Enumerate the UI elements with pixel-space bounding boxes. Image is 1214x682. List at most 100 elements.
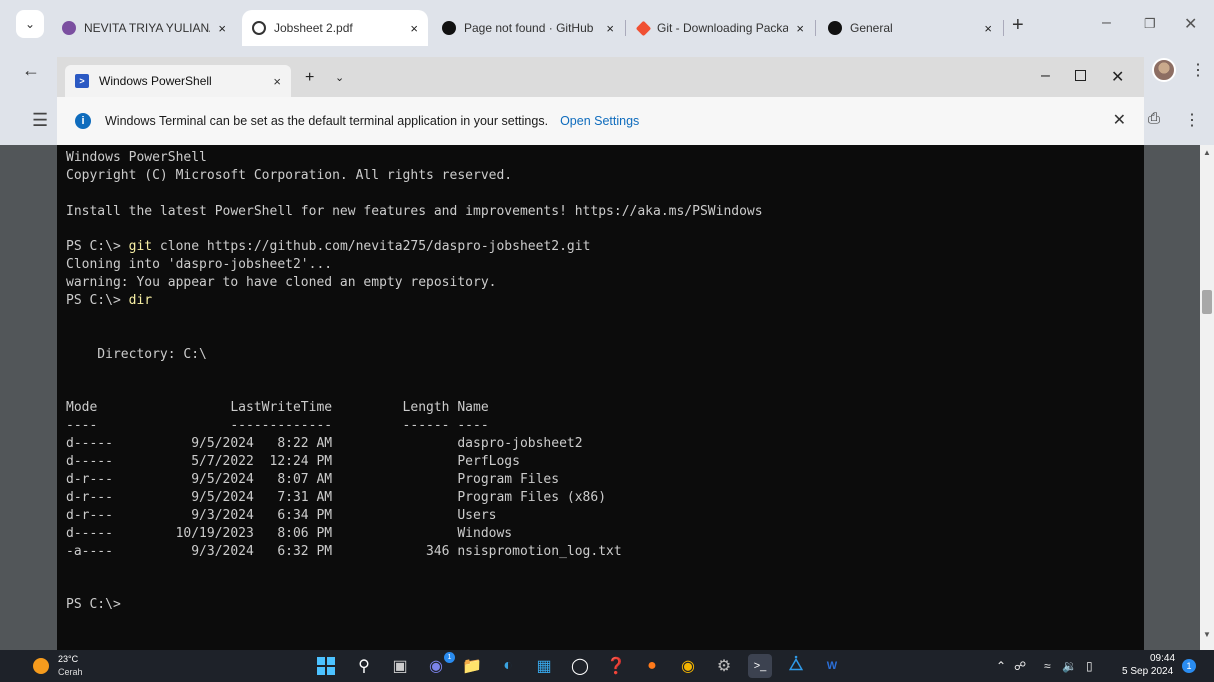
terminal-minimize-icon[interactable]: – [1041,67,1050,85]
network-icon[interactable]: ☍ [1014,659,1026,673]
pdf-more-options-icon[interactable]: ⋮ [1184,110,1200,130]
github-favicon-icon [442,21,456,35]
github-desktop-icon[interactable]: ◯ [568,654,592,678]
tray-chevron-up-icon[interactable]: ⌃ [996,659,1006,673]
console-text: Cloning into 'daspro-jobsheet2'... [66,257,333,273]
vscode-icon[interactable]: ⧊ [784,654,808,678]
weather-temperature[interactable]: 23°C [58,654,78,664]
wifi-icon[interactable]: ≈ [1044,659,1051,673]
browser-tab-git-download[interactable]: Git - Downloading Packa × [628,10,814,46]
console-line: -a---- 9/3/2024 6:32 PM 346 nsispromotio… [66,543,1141,561]
windows-taskbar: 23°C Cerah ⚲ ▣ ◉ 1 📁 ◐ ▦ ◯ ❓ ● ◉ ⚙ >_ ⧊ … [0,650,1214,682]
file-explorer-icon[interactable]: 📁 [460,654,484,678]
battery-icon[interactable]: ▯ [1086,659,1093,673]
console-line: d----- 9/5/2024 8:22 AM daspro-jobsheet2 [66,435,1141,453]
terminal-tab-title: Windows PowerShell [99,74,212,88]
terminal-new-tab-button[interactable]: + [305,69,314,87]
microsoft-store-icon[interactable]: ▦ [532,654,556,678]
task-view-icon[interactable]: ▣ [388,654,412,678]
browser-tab-jobsheet[interactable]: Jobsheet 2.pdf × [242,10,428,46]
console-line: Mode LastWriteTime Length Name [66,399,1141,417]
terminal-maximize-icon[interactable] [1075,70,1086,81]
infobar-close-icon[interactable]: ✕ [1113,110,1126,130]
scrollbar-thumb[interactable] [1202,290,1212,314]
notification-badge[interactable]: 1 [1182,659,1196,673]
restore-icon[interactable]: ❐ [1144,16,1156,32]
console-text: PS C:\> [66,239,129,255]
windows-terminal-window: > Windows PowerShell × + ⌄ – ✕ i Windows… [57,57,1144,650]
tab-divider [815,20,816,36]
console-text: warning: You appear to have cloned an em… [66,275,497,291]
tab-title: General [850,21,893,35]
console-line: d-r--- 9/3/2024 6:34 PM Users [66,507,1141,525]
github-favicon-icon [828,21,842,35]
search-icon[interactable]: ⚲ [352,654,376,678]
console-line: d-r--- 9/5/2024 8:07 AM Program Files [66,471,1141,489]
git-favicon-icon [635,20,652,36]
close-window-icon[interactable]: ✕ [1184,14,1197,34]
tab-close-icon[interactable]: × [984,21,992,36]
console-text: -a---- 9/3/2024 6:32 PM 346 nsispromotio… [66,543,622,559]
edge-browser-icon[interactable]: ◐ [496,654,520,678]
chrome-menu-icon[interactable]: ⋮ [1190,60,1206,80]
print-icon[interactable]: ⎙ [1148,110,1160,127]
console-line: PS C:\> dir [66,292,1141,310]
tab-close-icon[interactable]: × [410,21,418,36]
console-text: d-r--- 9/5/2024 7:31 AM Program Files (x… [66,489,607,505]
console-output[interactable]: Windows PowerShell Copyright (C) Microsof… [66,149,1141,614]
default-terminal-infobar: i Windows Terminal can be set as the def… [57,97,1144,145]
console-line: Directory: C:\ [66,346,1141,364]
browser-tab-nevita[interactable]: NEVITA TRIYA YULIANA | × [52,10,236,46]
console-text: Mode LastWriteTime Length Name [66,400,489,416]
console-command-args: clone https://github.com/nevita275/daspr… [152,239,591,255]
minimize-icon[interactable]: – [1102,14,1111,32]
back-arrow-icon[interactable]: ← [22,60,40,81]
firefox-icon[interactable]: ● [640,654,664,678]
pdf-viewer-background [1144,145,1200,650]
tab-title: NEVITA TRIYA YULIANA | [84,21,211,35]
terminal-tab-close-icon[interactable]: × [273,74,281,89]
console-line: Install the latest PowerShell for new fe… [66,203,1141,221]
browser-tab-github-404[interactable]: Page not found · GitHub × [432,10,624,46]
terminal-dropdown-chevron-icon[interactable]: ⌄ [335,71,344,84]
info-icon: i [75,113,91,129]
terminal-close-icon[interactable]: ✕ [1111,67,1124,87]
browser-tab-general[interactable]: General × [818,10,1002,46]
help-icon[interactable]: ❓ [604,654,628,678]
new-tab-button[interactable]: + [1012,14,1024,37]
scroll-up-arrow-icon[interactable]: ▲ [1203,148,1211,157]
clock-time[interactable]: 09:44 [1150,653,1175,664]
settings-gear-icon[interactable]: ⚙ [712,654,736,678]
tab-close-icon[interactable]: × [606,21,614,36]
word-icon[interactable]: W [820,654,844,678]
open-settings-link[interactable]: Open Settings [560,114,639,128]
windows-start-icon[interactable] [314,654,338,678]
scroll-down-arrow-icon[interactable]: ▼ [1203,630,1211,639]
tab-title: Jobsheet 2.pdf [274,21,353,35]
console-line: Windows PowerShell [66,149,1141,167]
volume-icon[interactable]: 🔉 [1062,659,1077,673]
console-text: Directory: C:\ [66,346,207,362]
browser-tab-strip: ⌄ NEVITA TRIYA YULIANA | × Jobsheet 2.pd… [0,0,1214,52]
terminal-app-icon[interactable]: >_ [748,654,772,678]
tab-search-chevron-icon[interactable]: ⌄ [16,10,44,38]
tab-close-icon[interactable]: × [218,21,226,36]
hamburger-menu-icon[interactable]: ☰ [32,110,48,131]
tab-close-icon[interactable]: × [796,21,804,36]
pdf-scrollbar[interactable] [1200,145,1214,650]
console-text: Copyright (C) Microsoft Corporation. All… [66,167,513,183]
profile-avatar[interactable] [1152,58,1176,82]
chrome-icon[interactable]: ◉ [676,654,700,678]
console-text: d-r--- 9/3/2024 6:34 PM Users [66,507,497,523]
console-text: d----- 5/7/2022 12:24 PM PerfLogs [66,454,520,470]
weather-sun-icon[interactable] [33,658,49,674]
weather-condition[interactable]: Cerah [58,667,83,677]
clock-date[interactable]: 5 Sep 2024 [1122,666,1173,677]
console-command-keyword: dir [128,293,153,309]
terminal-tab-powershell[interactable]: > Windows PowerShell × [65,65,291,97]
